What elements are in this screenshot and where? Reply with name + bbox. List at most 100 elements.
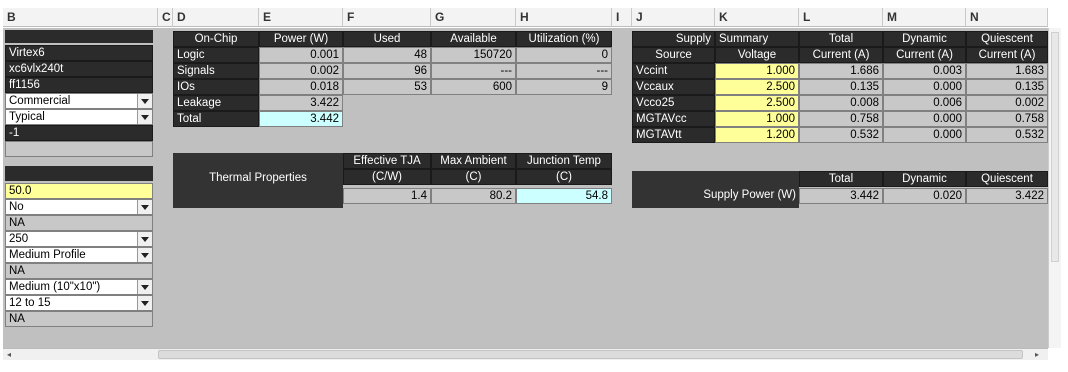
supply-quiescent-current[interactable]: 0.758 <box>966 111 1048 127</box>
supply-total-current[interactable]: 0.008 <box>799 95 883 111</box>
onchip-utilization[interactable]: 0 <box>516 47 612 63</box>
column-header-h[interactable]: H <box>516 8 612 27</box>
column-header-m[interactable]: M <box>883 8 966 27</box>
chevron-down-icon[interactable] <box>137 94 152 108</box>
scroll-right-icon[interactable]: ▸ <box>1035 349 1039 360</box>
onchip-used[interactable]: 53 <box>343 79 431 95</box>
chevron-down-icon[interactable] <box>137 110 152 124</box>
onchip-available[interactable]: 150720 <box>431 47 516 63</box>
supply-voltage-input[interactable]: 1.000 <box>715 63 799 79</box>
supply-dynamic-current[interactable]: 0.000 <box>883 79 966 95</box>
quiescent-current-header-line1: Quiescent <box>966 31 1048 47</box>
supply-power-label: Supply Power (W) <box>703 189 796 201</box>
vertical-scrollbar[interactable] <box>1048 28 1061 348</box>
onchip-used[interactable]: 48 <box>343 47 431 63</box>
supply-voltage-input[interactable]: 1.200 <box>715 127 799 143</box>
max-ambient-header-line1: Max Ambient <box>431 153 516 169</box>
airflow-dropdown[interactable]: 250 <box>5 231 153 247</box>
vertical-scroll-thumb[interactable] <box>1051 32 1059 262</box>
supply-source[interactable]: Vccint <box>632 63 715 79</box>
total-power-value[interactable]: 3.442 <box>259 111 343 127</box>
onchip-utilization[interactable]: --- <box>516 63 612 79</box>
onchip-power[interactable]: 0.001 <box>259 47 343 63</box>
column-header-l[interactable]: L <box>799 8 883 27</box>
package-cell[interactable]: ff1156 <box>5 77 153 93</box>
column-header-g[interactable]: G <box>431 8 516 27</box>
na-cell[interactable]: NA <box>5 311 153 327</box>
ambient-temp-input[interactable]: 50.0 <box>5 183 153 199</box>
device-family-cell[interactable]: Virtex6 <box>5 45 153 61</box>
supply-voltage-input[interactable]: 2.500 <box>715 95 799 111</box>
onchip-row-label[interactable]: Leakage <box>173 95 259 111</box>
tja-value[interactable]: 1.4 <box>343 188 431 204</box>
onchip-row-label[interactable]: Signals <box>173 63 259 79</box>
supply-quiescent-current[interactable]: 0.002 <box>966 95 1048 111</box>
na-cell[interactable]: NA <box>5 215 153 231</box>
supply-summary-title-left: Supply <box>632 31 715 47</box>
junction-temp-value[interactable]: 54.8 <box>516 188 612 204</box>
column-header-e[interactable]: E <box>259 8 343 27</box>
option-value: No <box>9 201 24 213</box>
chevron-down-icon[interactable] <box>137 296 152 310</box>
onchip-utilization[interactable]: 9 <box>516 79 612 95</box>
device-cell[interactable]: xc6vlx240t <box>5 61 153 77</box>
onchip-power[interactable]: 0.002 <box>259 63 343 79</box>
column-header-n[interactable]: N <box>966 8 1048 27</box>
column-header-i[interactable]: I <box>612 8 632 27</box>
supply-dynamic-current[interactable]: 0.000 <box>883 111 966 127</box>
process-value: Typical <box>9 111 45 123</box>
column-header-d[interactable]: D <box>173 8 259 27</box>
onchip-row-label[interactable]: Logic <box>173 47 259 63</box>
supply-voltage-input[interactable]: 2.500 <box>715 79 799 95</box>
supply-power-dynamic[interactable]: 0.020 <box>883 188 966 204</box>
process-dropdown[interactable]: Typical <box>5 109 153 125</box>
horizontal-scroll-thumb[interactable] <box>158 350 1023 359</box>
supply-source[interactable]: Vcco25 <box>632 95 715 111</box>
column-header-j[interactable]: J <box>632 8 715 27</box>
chevron-down-icon[interactable] <box>137 280 152 294</box>
chevron-down-icon[interactable] <box>137 248 152 262</box>
horizontal-scrollbar[interactable]: ◂ ▸ <box>3 348 1048 360</box>
supply-quiescent-current[interactable]: 0.532 <box>966 127 1048 143</box>
supply-source[interactable]: MGTAVcc <box>632 111 715 127</box>
na-cell[interactable]: NA <box>5 263 153 279</box>
onchip-row-label[interactable]: IOs <box>173 79 259 95</box>
supply-dynamic-current[interactable]: 0.000 <box>883 127 966 143</box>
onchip-power[interactable]: 0.018 <box>259 79 343 95</box>
column-header-f[interactable]: F <box>343 8 431 27</box>
supply-power-quiescent[interactable]: 3.422 <box>966 188 1048 204</box>
onchip-power[interactable]: 3.422 <box>259 95 343 111</box>
scroll-left-icon[interactable]: ◂ <box>7 349 11 360</box>
column-header-b[interactable]: B <box>3 8 158 27</box>
supply-quiescent-current[interactable]: 1.683 <box>966 63 1048 79</box>
onchip-row-label[interactable]: Total <box>173 111 259 127</box>
supply-dynamic-current[interactable]: 0.003 <box>883 63 966 79</box>
supply-voltage-input[interactable]: 1.000 <box>715 111 799 127</box>
supply-total-current[interactable]: 0.135 <box>799 79 883 95</box>
column-header-k[interactable]: K <box>715 8 799 27</box>
onchip-available[interactable]: --- <box>431 63 516 79</box>
supply-total-current[interactable]: 0.532 <box>799 127 883 143</box>
column-header-c[interactable]: C <box>158 8 173 27</box>
board-layers-dropdown[interactable]: 12 to 15 <box>5 295 153 311</box>
dynamic-current-header-line1: Dynamic <box>883 31 966 47</box>
speed-grade-cell[interactable]: -1 <box>5 125 153 141</box>
max-ambient-value[interactable]: 80.2 <box>431 188 516 204</box>
chevron-down-icon[interactable] <box>137 200 152 214</box>
airflow-value: 250 <box>9 233 29 245</box>
supply-source[interactable]: Vccaux <box>632 79 715 95</box>
supply-dynamic-current[interactable]: 0.006 <box>883 95 966 111</box>
option-dropdown[interactable]: No <box>5 199 153 215</box>
chevron-down-icon[interactable] <box>137 232 152 246</box>
supply-total-current[interactable]: 0.758 <box>799 111 883 127</box>
heatsink-dropdown[interactable]: Medium Profile <box>5 247 153 263</box>
temp-grade-dropdown[interactable]: Commercial <box>5 93 153 109</box>
supply-total-current[interactable]: 1.686 <box>799 63 883 79</box>
onchip-used[interactable]: 96 <box>343 63 431 79</box>
supply-power-total[interactable]: 3.442 <box>799 188 883 204</box>
supply-source[interactable]: MGTAVtt <box>632 127 715 143</box>
board-size-dropdown[interactable]: Medium (10"x10") <box>5 279 153 295</box>
onchip-available[interactable]: 600 <box>431 79 516 95</box>
blank-cell[interactable] <box>5 141 153 157</box>
supply-quiescent-current[interactable]: 0.135 <box>966 79 1048 95</box>
